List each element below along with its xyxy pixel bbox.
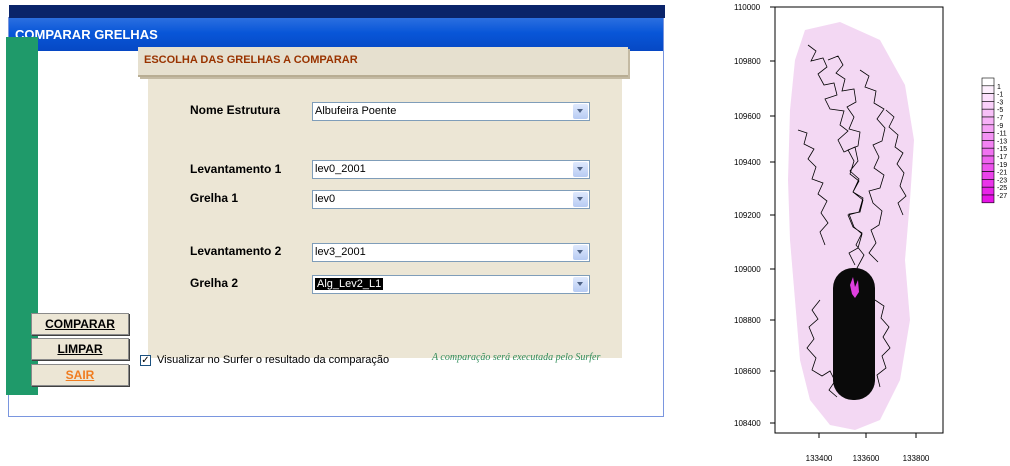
x-tick-label: 133800 [903,454,930,463]
legend-swatch [981,155,995,165]
section-title: ESCOLHA DAS GRELHAS A COMPARAR [144,54,358,66]
legend-label: -15 [997,146,1007,153]
y-axis: 110000 109800 109600 109400 109200 10900… [734,3,775,428]
chevron-down-icon[interactable] [573,192,588,207]
contour-map: 110000 109800 109600 109400 109200 10900… [734,3,1007,463]
window-top-strip [9,5,665,18]
surfer-note: A comparação será executada pelo Surfer [432,352,601,363]
legend-swatch [981,132,995,141]
legend-label: -7 [997,115,1003,122]
legend-swatch [981,186,995,196]
legend-swatch [981,108,995,118]
levantamento1-value: lev0_2001 [315,163,366,175]
chevron-down-icon[interactable] [573,104,588,119]
y-tick-label: 109600 [734,112,761,121]
y-tick-label: 109400 [734,158,761,167]
levantamento1-select[interactable]: lev0_2001 [312,160,590,179]
levantamento2-value: lev3_2001 [315,246,366,258]
legend-swatch [981,124,995,133]
legend-label: -9 [997,123,1003,130]
section-header: ESCOLHA DAS GRELHAS A COMPARAR [138,47,628,77]
exit-button[interactable]: SAIR [31,364,129,386]
grelha2-value: Alg_Lev2_L1 [315,278,384,290]
chevron-down-icon[interactable] [573,245,588,260]
grelha1-select[interactable]: lev0 [312,190,590,209]
nome-estrutura-select[interactable]: Albufeira Poente [312,102,590,121]
clear-button[interactable]: LIMPAR [31,338,129,360]
legend-swatch [981,163,995,172]
legend-swatch [981,171,995,180]
grelha2-label: Grelha 2 [190,276,239,290]
nome-estrutura-label: Nome Estrutura [190,103,281,117]
legend-label: -3 [997,99,1003,106]
legend-swatch [981,116,995,126]
levantamento2-label: Levantamento 2 [190,244,282,258]
x-tick-label: 133600 [853,454,880,463]
y-tick-label: 108800 [734,316,761,325]
legend-swatch [981,179,995,188]
legend-swatch [981,85,995,94]
legend-label: -21 [997,170,1007,177]
y-tick-label: 109200 [734,211,761,220]
legend-swatch [981,101,995,110]
visualize-checkbox[interactable]: ✓ [140,355,151,366]
y-tick-label: 110000 [734,3,761,12]
legend-label: 1 [997,84,1001,91]
x-axis: 133400 133600 133800 [806,433,930,463]
legend-label: -1 [997,92,1003,99]
y-tick-label: 108400 [734,419,761,428]
legend-label: -17 [997,154,1007,161]
legend-label: -23 [997,177,1007,184]
grelha1-value: lev0 [315,193,336,205]
grelha2-select[interactable]: Alg_Lev2_L1 [312,275,590,294]
legend-label: -25 [997,185,1007,192]
grelha1-label: Grelha 1 [190,191,239,205]
compare-button[interactable]: COMPARAR [31,313,129,335]
chevron-down-icon[interactable] [573,277,588,292]
legend-label: -13 [997,138,1007,145]
color-legend: 1-1-3-5-7-9-11-13-15-17-19-21-23-25-27 [981,77,1007,204]
y-tick-label: 109000 [734,265,761,274]
legend-label: -11 [997,131,1007,138]
levantamento1-label: Levantamento 1 [190,162,282,176]
legend-label: -19 [997,162,1007,169]
legend-label: -27 [997,193,1007,200]
legend-swatch [981,77,995,87]
legend-swatch [981,194,995,204]
levantamento2-select[interactable]: lev3_2001 [312,243,590,262]
x-tick-label: 133400 [806,454,833,463]
legend-swatch [981,93,995,102]
nome-estrutura-value: Albufeira Poente [315,105,397,117]
legend-swatch [981,140,995,149]
chevron-down-icon[interactable] [573,162,588,177]
visualize-checkbox-label: Visualizar no Surfer o resultado da comp… [157,354,390,366]
y-tick-label: 108600 [734,367,761,376]
y-tick-label: 109800 [734,57,761,66]
legend-label: -5 [997,107,1003,114]
legend-swatch [981,147,995,157]
